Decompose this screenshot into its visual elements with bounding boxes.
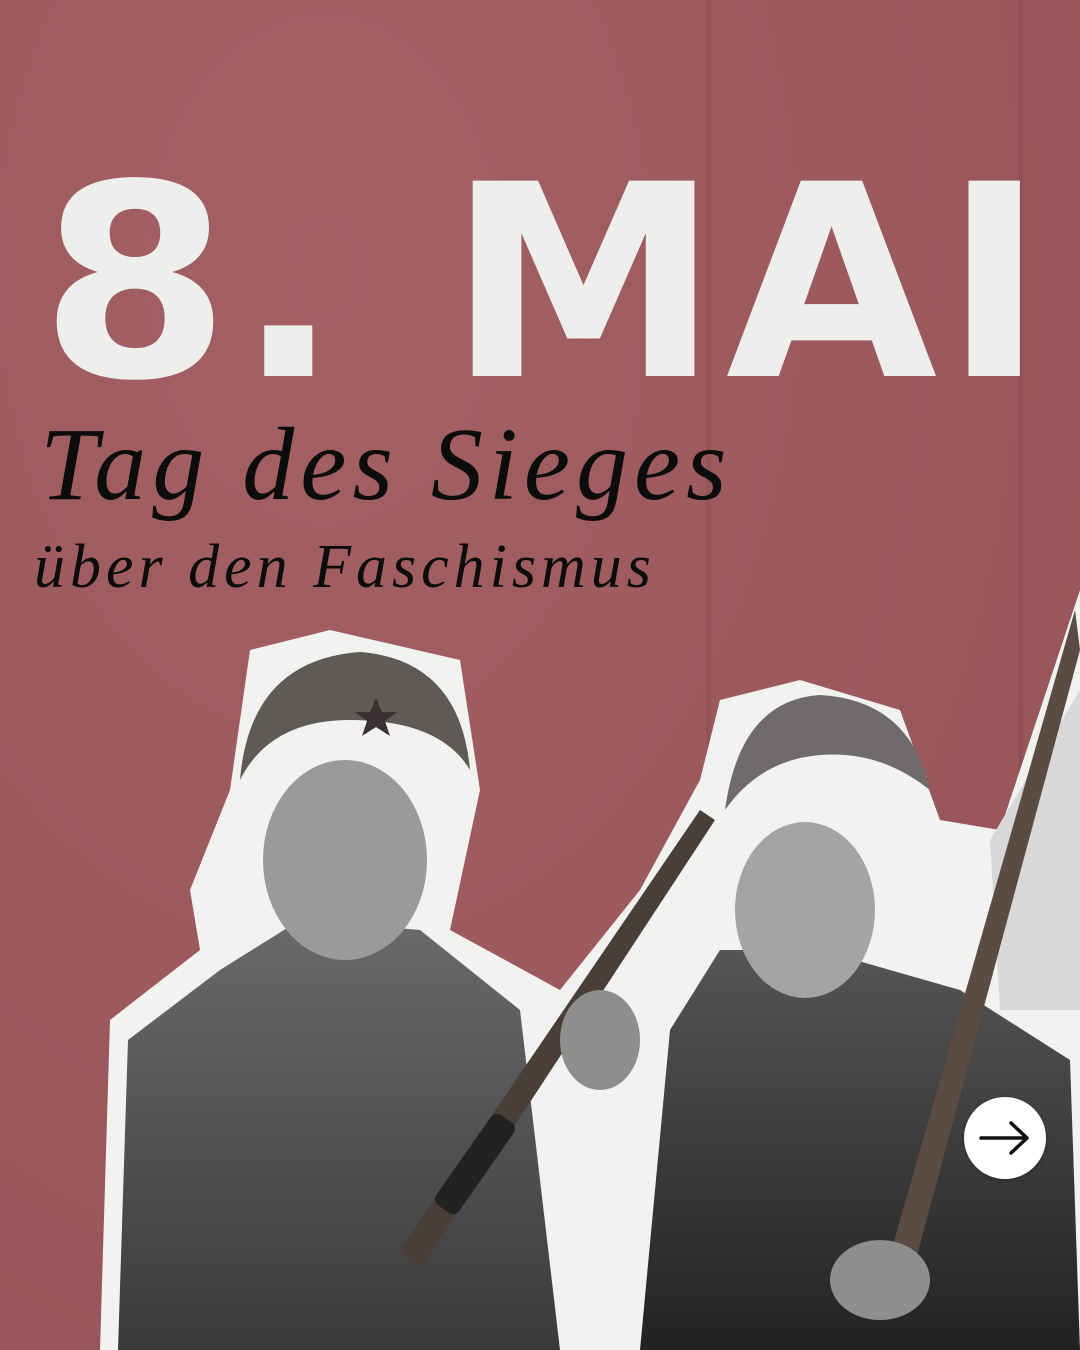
subtitle-line-1: Tag des Sieges: [40, 407, 733, 522]
soldiers-photo: [100, 590, 1080, 1350]
headline: 8. MAI: [40, 128, 1052, 440]
arrow-right-icon: [979, 1121, 1029, 1155]
next-button[interactable]: [964, 1097, 1046, 1179]
